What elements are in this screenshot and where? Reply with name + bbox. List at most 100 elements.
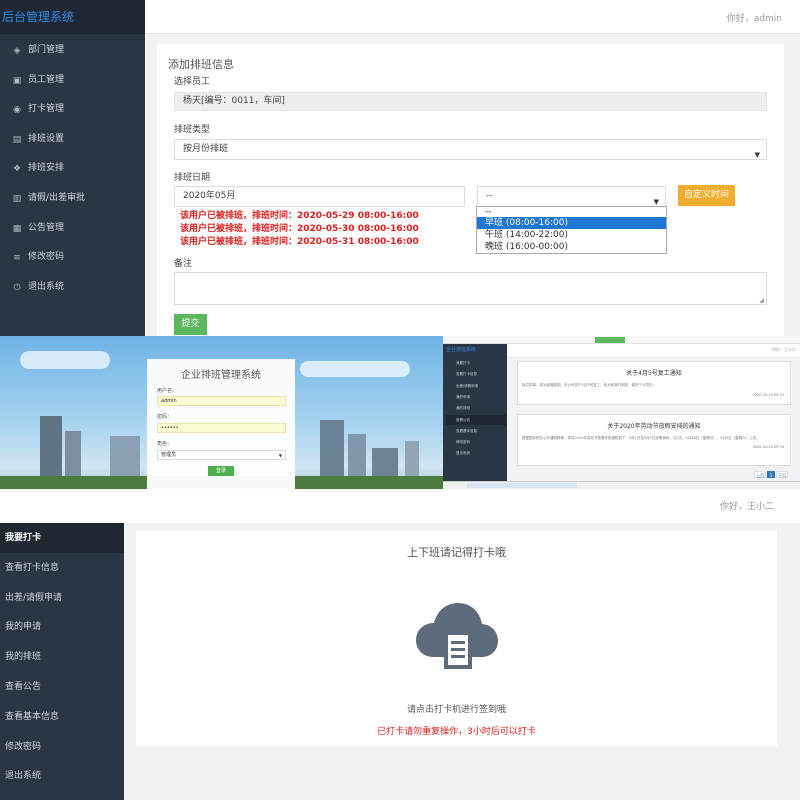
sidebar-item[interactable]: 查看基本信息 <box>446 426 506 436</box>
role-label: 角色： <box>157 441 173 447</box>
notice-title[interactable]: 关于2020年劳动节放假安排的通知 <box>518 421 790 430</box>
login-title: 企业排班管理系统 <box>181 370 261 381</box>
pager-next-button[interactable]: 下页 <box>776 471 788 478</box>
taskbar-item[interactable] <box>467 483 577 488</box>
submit-button[interactable]: 提交 <box>174 314 207 335</box>
browser-tab-bar <box>443 336 800 344</box>
admin-topbar: 你好，admin <box>145 0 800 34</box>
sidebar-item[interactable]: ▤ 排班设置 <box>0 124 145 154</box>
admin-greeting[interactable]: 你好，admin <box>727 11 782 24</box>
month-input[interactable]: 2020年05月 <box>174 186 465 207</box>
cube-icon: ◈ <box>13 46 21 56</box>
username-label: 用户名： <box>157 388 178 394</box>
notice-date: 2020-04-15 09:33 <box>752 393 784 397</box>
sidebar-item-label: 退出系统 <box>28 281 65 292</box>
role-select[interactable]: 管理员 ▼ <box>157 450 286 460</box>
sidebar-item-label: 部门管理 <box>28 45 65 55</box>
os-taskbar <box>443 481 800 489</box>
book-icon: ▦ <box>12 223 22 234</box>
sidebar-item[interactable]: 修改密码 <box>0 732 124 762</box>
sidebar-item[interactable]: 退出系统 <box>0 761 124 791</box>
caret-down-icon: ▼ <box>754 151 760 159</box>
announcement-greeting[interactable]: 你好，王小二 <box>772 347 796 353</box>
clockin-alert: 已打卡请勿重复操作，3小时后可以打卡 <box>377 727 536 737</box>
sidebar-item[interactable]: 我要打卡 <box>446 358 506 368</box>
sidebar-item[interactable]: 查看基本信息 <box>0 702 124 732</box>
pager-page-button[interactable]: 1 <box>767 471 775 478</box>
sidebar-item[interactable]: ◉ 打卡管理 <box>0 94 145 124</box>
sidebar-item[interactable]: ▥ 请假/出差审批 <box>0 183 145 213</box>
employee-brand-area <box>0 489 124 523</box>
shift-option[interactable]: 午班 (14:00-22:00) <box>477 229 666 241</box>
sidebar-item[interactable]: 我的申请 <box>0 612 124 642</box>
sidebar-item[interactable]: 我要打卡 <box>0 523 124 553</box>
form-title: 添加排班信息 <box>168 58 234 71</box>
sidebar-item[interactable]: 修改密码 <box>446 437 506 447</box>
id-card-icon: ▣ <box>12 75 22 86</box>
pager-prev-button[interactable]: 上页 <box>754 471 766 478</box>
sidebar-item[interactable]: ▣ 员工管理 <box>0 65 145 95</box>
notice-title[interactable]: 关于4月5号复工通知 <box>518 368 790 377</box>
browser-tab-active[interactable] <box>595 337 625 343</box>
sidebar-item-label: 排班设置 <box>28 133 65 144</box>
sidebar-item[interactable]: ⏻ 退出系统 <box>0 272 145 302</box>
schedule-warning: 该用户已被排班，排班时间：2020-05-30 08:00-16:00 <box>180 224 419 234</box>
shift-select-value: -- <box>486 191 493 201</box>
notice-card[interactable]: 关于2020年劳动节放假安排的通知 根据国务院办公厅通知精神，现将2020年劳动… <box>517 414 791 466</box>
camera-icon: ◉ <box>13 105 21 116</box>
role-select-value: 管理员 <box>161 452 177 458</box>
username-input[interactable]: admin <box>157 396 286 406</box>
custom-time-button[interactable]: 自定义时间 <box>678 185 735 206</box>
password-label: 密码： <box>157 414 173 420</box>
sidebar-item-label: 公告管理 <box>28 222 65 233</box>
employee-field[interactable]: 杨天[编号：0011，车间] <box>174 92 767 111</box>
cubes-icon: ❖ <box>12 164 22 175</box>
schedule-type-value: 按月份排班 <box>183 144 229 154</box>
employee-greeting[interactable]: 你好，王小二 <box>720 499 774 512</box>
sliders-icon: ≡ <box>13 253 21 264</box>
notice-body: 各位同事，因为疫情原因，本公司将于4月5号复工，请大家准时到岗，做好个人防护。 <box>522 383 656 387</box>
sidebar-item[interactable]: 查看打卡信息 <box>0 553 124 583</box>
schedule-warning: 该用户已被排班，排班时间：2020-05-29 08:00-16:00 <box>180 211 419 221</box>
login-button[interactable]: 登录 <box>208 466 234 476</box>
announcement-header <box>507 344 800 358</box>
schedule-warning: 该用户已被排班，排班时间：2020-05-31 08:00-16:00 <box>180 237 419 247</box>
notice-date: 2020-04-20 09:34 <box>752 445 784 449</box>
sidebar-item[interactable]: 查看公告 <box>0 672 124 702</box>
shift-select[interactable]: -- ▼ <box>477 186 666 207</box>
admin-scheduling-screen: 后台管理系统 ◈ 部门管理 ▣ 员工管理 ◉ 打卡管理 ▤ 排班设置 ❖ 排班安排 ▥ 请假/出差审批… <box>0 0 800 336</box>
employee-label: 选择员工 <box>174 77 211 87</box>
shift-option[interactable]: 晚班 (16:00-00:00) <box>477 241 666 253</box>
sidebar-item[interactable]: ◈ 部门管理 <box>0 35 145 65</box>
sidebar-item-label: 请假/出差审批 <box>28 193 86 203</box>
notice-card[interactable]: 关于4月5号复工通知 各位同事，因为疫情原因，本公司将于4月5号复工，请大家准时… <box>517 361 791 405</box>
save-icon: ▤ <box>12 134 22 145</box>
schedule-type-select[interactable]: 按月份排班 ▼ <box>174 139 767 160</box>
sky-cloud <box>20 351 110 369</box>
remark-textarea[interactable]: ◢ <box>174 272 767 305</box>
announcement-brand: 企业排班系统 <box>446 347 477 353</box>
admin-brand: 后台管理系统 <box>0 0 145 34</box>
shift-option-selected[interactable]: 早班 (08:00-16:00) <box>477 217 666 229</box>
sidebar-item[interactable]: 退出系统 <box>446 448 506 458</box>
sidebar-item[interactable]: 查看打卡信息 <box>446 369 506 379</box>
sidebar-item[interactable]: 出差/请假申请 <box>0 583 124 613</box>
sidebar-item-label: 排班安排 <box>28 163 65 174</box>
password-input[interactable]: •••••• <box>157 423 286 433</box>
sidebar-item[interactable]: 查看公告 <box>446 414 506 425</box>
image-icon: ▥ <box>12 194 22 204</box>
resize-handle-icon[interactable]: ◢ <box>759 297 764 304</box>
sidebar-item[interactable]: ▦ 公告管理 <box>0 213 145 243</box>
clock-in-cloud-icon[interactable] <box>414 599 500 673</box>
sidebar-item[interactable]: ≡ 修改密码 <box>0 242 145 272</box>
power-icon: ⏻ <box>13 282 21 293</box>
sidebar-item[interactable]: 我的申请 <box>446 392 506 402</box>
date-label: 排班日期 <box>174 173 211 183</box>
clockin-hint: 请点击打卡机进行签到哦 <box>406 705 506 715</box>
type-label: 排班类型 <box>174 125 211 135</box>
sidebar-item[interactable]: 我的排班 <box>0 642 124 672</box>
employee-clockin-screen: 我要打卡 查看打卡信息 出差/请假申请 我的申请 我的排班 查看公告 查看基本信息 修改密码退… <box>0 489 800 800</box>
sidebar-item[interactable]: ❖ 排班安排 <box>0 153 145 183</box>
sidebar-item[interactable]: 出差/请假申请 <box>446 381 506 391</box>
sidebar-item[interactable]: 我的排班 <box>446 403 506 413</box>
